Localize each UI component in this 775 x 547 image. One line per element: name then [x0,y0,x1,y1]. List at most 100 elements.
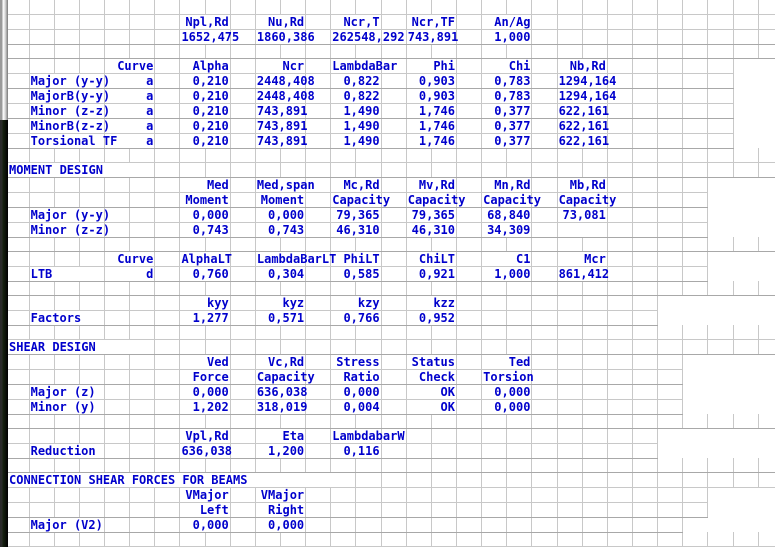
cell[interactable] [305,266,332,282]
cell[interactable] [104,487,131,503]
cell[interactable] [154,487,181,503]
cell[interactable] [406,472,432,488]
cell[interactable] [632,281,659,296]
cell[interactable] [305,222,332,238]
spreadsheet-grid[interactable]: Npl,Rd Nu,Rd Ncr,T Ncr,TF An/Ag 1652,475… [8,0,775,547]
cell[interactable] [104,14,131,30]
cell[interactable] [657,414,684,429]
cell[interactable] [707,148,734,163]
cell[interactable] [431,443,458,459]
row-label-ltb[interactable]: LTB [29,266,106,282]
row-label-moment-minor-zz[interactable]: Minor (z-z) [29,222,110,238]
cell-phi[interactable]: 1,746 [406,118,458,134]
header-lambdabar[interactable]: LambdaBar [330,58,397,74]
cell[interactable] [406,162,432,178]
cell[interactable] [607,443,633,459]
cell[interactable] [154,0,181,15]
cell[interactable] [79,177,106,193]
cell[interactable] [381,487,407,503]
cell[interactable] [154,266,181,282]
cell-mcr[interactable]: 861,412 [557,266,609,282]
cell[interactable] [557,310,583,326]
cell[interactable] [8,325,30,340]
cell[interactable] [280,458,307,473]
cell[interactable] [104,177,131,193]
cell[interactable] [230,517,256,533]
cell[interactable] [54,281,80,296]
cell[interactable] [657,399,684,415]
cell[interactable] [129,399,156,415]
cell[interactable] [758,458,775,473]
cell[interactable] [104,458,131,473]
cell[interactable] [582,443,608,459]
cell[interactable] [582,472,608,488]
cell[interactable] [531,487,558,503]
cell-ved[interactable]: 0,000 [179,384,231,400]
cell[interactable] [456,487,483,503]
cell[interactable] [179,281,206,296]
cell[interactable] [305,443,332,459]
cell[interactable] [330,325,357,340]
cell[interactable] [381,339,407,355]
cell-mb-rd[interactable] [557,222,608,238]
cell[interactable] [129,207,156,223]
cell[interactable] [582,44,608,59]
cell[interactable] [557,399,583,415]
cell[interactable] [280,532,307,547]
cell[interactable] [79,29,106,45]
cell[interactable] [29,281,55,296]
cell[interactable] [129,458,156,473]
cell[interactable] [79,44,106,59]
header-mn-rd[interactable]: Mn,Rd [481,177,533,193]
cell[interactable] [29,251,55,267]
cell[interactable] [330,532,357,547]
cell[interactable] [607,0,633,15]
cell[interactable] [506,237,533,252]
cell[interactable] [657,44,684,59]
header-status[interactable]: Status [406,354,458,370]
cell[interactable] [129,414,156,429]
cell[interactable] [230,73,256,89]
header-ltb-curve[interactable]: Curve [104,251,156,267]
cell[interactable] [632,384,659,400]
cell[interactable] [431,325,458,340]
cell[interactable] [733,472,759,488]
cell[interactable] [29,237,55,252]
cell[interactable] [557,162,583,178]
cell[interactable] [456,73,483,89]
section-title-shear-design[interactable]: SHEAR DESIGN [8,339,156,355]
subheader-mn-rd[interactable]: Capacity [481,192,541,208]
header-kyz[interactable]: kyz [255,295,307,311]
cell[interactable] [129,281,156,296]
value-ncr-t[interactable]: 262548,292 [330,29,405,45]
cell[interactable] [255,325,282,340]
cell[interactable] [657,0,684,15]
cell[interactable] [582,502,608,518]
cell[interactable] [79,428,106,444]
header-vmajor-right[interactable]: VMajor [255,487,307,503]
cell[interactable] [531,295,558,311]
cell[interactable] [406,44,432,59]
cell[interactable] [682,251,709,267]
cell[interactable] [733,325,759,340]
cell[interactable] [632,29,659,45]
cell[interactable] [54,29,80,45]
cell[interactable] [230,58,256,74]
cell[interactable] [330,44,357,59]
cell[interactable] [557,428,583,444]
value-an-ag[interactable]: 1,000 [481,29,533,45]
cell[interactable] [557,487,583,503]
cell[interactable] [129,517,156,533]
cell[interactable] [657,325,684,340]
cell[interactable] [531,266,558,282]
cell[interactable] [154,58,181,74]
cell[interactable] [54,295,80,311]
cell[interactable] [179,162,206,178]
subheader-ted[interactable]: Torsion [481,369,534,385]
cell[interactable] [205,325,231,340]
cell[interactable] [481,472,508,488]
cell[interactable] [54,532,80,547]
cell[interactable] [657,14,684,30]
cell[interactable] [456,428,483,444]
header-ncr[interactable]: Ncr [255,58,307,74]
